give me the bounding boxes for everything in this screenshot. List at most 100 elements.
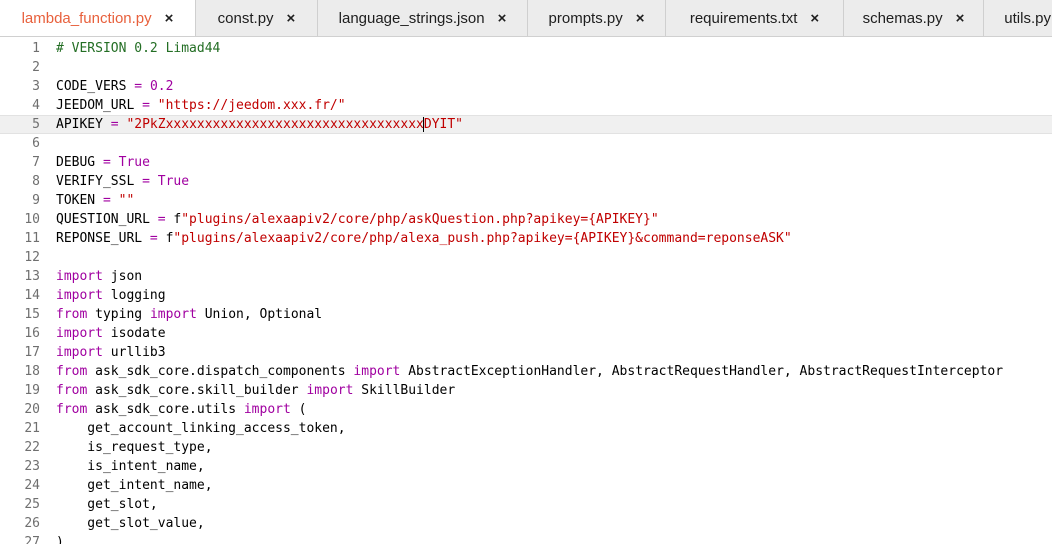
code-token: = <box>157 212 166 227</box>
tab-prompts-py[interactable]: prompts.py × <box>528 0 666 36</box>
line-number: 21 <box>24 421 40 436</box>
code-line[interactable]: 18 from ask_sdk_core.dispatch_components … <box>0 362 1052 381</box>
code-line[interactable]: 15 from typing import Union, Optional <box>0 305 1052 324</box>
code-token: "plugins/alexaapiv2/core/php/alexa_push.… <box>173 231 792 246</box>
code-line[interactable]: 8 VERIFY_SSL = True <box>0 172 1052 191</box>
code-line[interactable]: 11 REPONSE_URL = f"plugins/alexaapiv2/cor… <box>0 229 1052 248</box>
line-number: 20 <box>24 402 40 417</box>
tab-requirements-txt[interactable]: requirements.txt × <box>666 0 844 36</box>
line-number: 24 <box>24 478 40 493</box>
code-line[interactable]: 27) <box>0 533 1052 544</box>
code-text: import urllib3 <box>56 343 166 362</box>
code-token: import <box>243 402 291 417</box>
code-text: TOKEN = "" <box>56 191 134 210</box>
code-line[interactable]: 5 APIKEY = "2PkZxxxxxxxxxxxxxxxxxxxxxxxxx… <box>0 115 1052 134</box>
code-text: import logging <box>56 286 166 305</box>
code-editor[interactable]: 1 # VERSION 0.2 Limad44 2 3 CODE_VERS = 0.2 4… <box>0 37 1052 544</box>
close-icon[interactable]: × <box>498 11 507 26</box>
code-token: get_slot, <box>56 497 158 512</box>
code-token: = <box>102 193 111 208</box>
code-line[interactable]: 6 <box>0 134 1052 153</box>
code-token: from <box>56 364 88 379</box>
code-line[interactable]: 16 import isodate <box>0 324 1052 343</box>
code-token: typing <box>87 307 150 322</box>
code-token: get_account_linking_access_token, <box>56 421 346 436</box>
code-line[interactable]: 19 from ask_sdk_core.skill_builder import… <box>0 381 1052 400</box>
code-line[interactable]: 14 import logging <box>0 286 1052 305</box>
close-icon[interactable]: × <box>165 11 174 26</box>
code-token: from <box>56 402 88 417</box>
code-line[interactable]: 13 import json <box>0 267 1052 286</box>
code-line[interactable]: 12 <box>0 248 1052 267</box>
code-token: = <box>142 174 150 189</box>
code-line[interactable]: 24 get_intent_name, <box>0 476 1052 495</box>
code-text: import isodate <box>56 324 166 343</box>
code-token: ) <box>56 535 64 544</box>
code-line[interactable]: 26 get_slot_value, <box>0 514 1052 533</box>
code-token: import <box>56 326 103 341</box>
code-line[interactable]: 25 get_slot, <box>0 495 1052 514</box>
line-number: 10 <box>24 212 40 227</box>
code-line[interactable]: 9 TOKEN = "" <box>0 191 1052 210</box>
code-token: logging <box>102 288 166 303</box>
code-text: import json <box>56 267 142 286</box>
code-token: import <box>56 288 103 303</box>
code-token: is_request_type, <box>56 440 213 455</box>
code-line[interactable]: 3 CODE_VERS = 0.2 <box>0 77 1052 96</box>
code-line[interactable]: 7 DEBUG = True <box>0 153 1052 172</box>
code-token: from <box>56 307 88 322</box>
code-text: get_account_linking_access_token, <box>56 419 346 438</box>
line-number: 3 <box>32 79 40 94</box>
code-line[interactable]: 23 is_intent_name, <box>0 457 1052 476</box>
code-text: JEEDOM_URL = "https://jeedom.xxx.fr/" <box>56 96 346 115</box>
line-number: 25 <box>24 497 40 512</box>
code-token: get_intent_name, <box>56 478 213 493</box>
tab-const-py[interactable]: const.py × <box>196 0 318 36</box>
code-token: APIKEY <box>56 117 111 132</box>
code-token: ask_sdk_core.skill_builder <box>87 383 307 398</box>
close-icon[interactable]: × <box>287 11 296 26</box>
code-token: JEEDOM_URL <box>56 98 143 113</box>
code-text: get_slot_value, <box>56 514 205 533</box>
code-token: = <box>134 79 143 94</box>
line-number: 26 <box>24 516 40 531</box>
code-token: "https://jeedom.xxx.fr/" <box>157 98 346 113</box>
code-token: QUESTION_URL <box>56 212 158 227</box>
tab-label: language_strings.json <box>338 9 485 27</box>
code-token: json <box>102 269 143 284</box>
line-number: 14 <box>24 288 40 303</box>
close-icon[interactable]: × <box>810 11 819 26</box>
code-text: VERIFY_SSL = True <box>56 172 189 191</box>
code-text: DEBUG = True <box>56 153 150 172</box>
close-icon[interactable]: × <box>956 11 965 26</box>
line-number: 6 <box>32 136 40 151</box>
code-line[interactable]: 20 from ask_sdk_core.utils import ( <box>0 400 1052 419</box>
code-token: isodate <box>102 326 166 341</box>
line-number: 18 <box>24 364 40 379</box>
tab-schemas-py[interactable]: schemas.py × <box>844 0 984 36</box>
code-token: TOKEN <box>56 193 103 208</box>
code-line[interactable]: 10 QUESTION_URL = f"plugins/alexaapiv2/co… <box>0 210 1052 229</box>
code-token: Union, Optional <box>196 307 323 322</box>
code-line[interactable]: 4 JEEDOM_URL = "https://jeedom.xxx.fr/" <box>0 96 1052 115</box>
line-number: 5 <box>32 117 40 132</box>
tab-lambda-function-py[interactable]: lambda_function.py × <box>0 0 196 36</box>
code-line[interactable]: 21 get_account_linking_access_token, <box>0 419 1052 438</box>
code-token: "2PkZxxxxxxxxxxxxxxxxxxxxxxxxxxxxxxxxx <box>126 117 424 132</box>
code-line[interactable]: 17 import urllib3 <box>0 343 1052 362</box>
code-line[interactable]: 2 <box>0 58 1052 77</box>
code-token: 0.2 <box>149 79 174 94</box>
tab-language-strings-json[interactable]: language_strings.json × <box>318 0 528 36</box>
code-line[interactable]: 22 is_request_type, <box>0 438 1052 457</box>
code-token: import <box>306 383 354 398</box>
code-text: get_intent_name, <box>56 476 213 495</box>
line-number: 2 <box>32 60 40 75</box>
close-icon[interactable]: × <box>636 11 645 26</box>
tab-utils-py[interactable]: utils.py× <box>984 0 1052 36</box>
line-number: 16 <box>24 326 40 341</box>
code-line[interactable]: 1 # VERSION 0.2 Limad44 <box>0 39 1052 58</box>
code-token: get_slot_value, <box>56 516 205 531</box>
code-token: REPONSE_URL <box>56 231 150 246</box>
